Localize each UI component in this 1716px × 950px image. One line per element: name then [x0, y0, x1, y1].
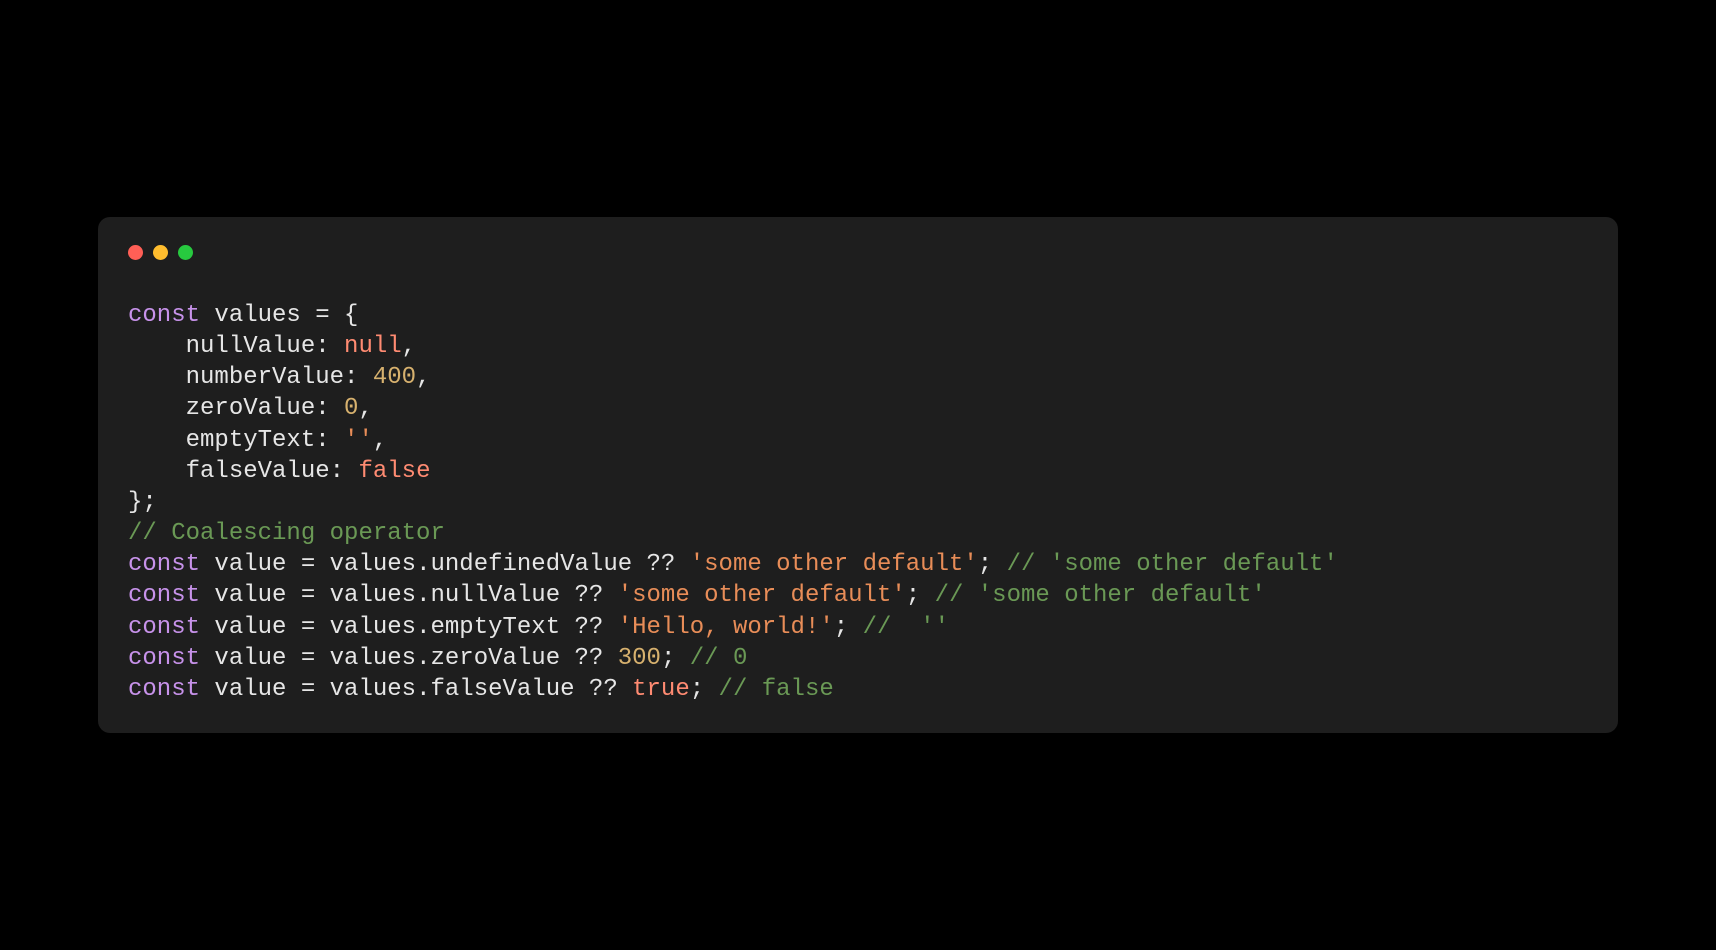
punctuation: = { — [301, 302, 359, 329]
punctuation: : — [315, 395, 344, 422]
variable-name: values — [214, 302, 300, 329]
property-name: numberValue — [186, 364, 344, 391]
property-name: zeroValue — [186, 395, 316, 422]
punctuation: , — [416, 364, 430, 391]
code-line: const values = { — [128, 300, 1588, 331]
comment: // '' — [848, 614, 949, 641]
punctuation: , — [402, 333, 416, 360]
string-value: '' — [344, 427, 373, 454]
operator: ?? — [560, 645, 618, 672]
boolean-value: true — [632, 676, 690, 703]
punctuation: = — [286, 551, 329, 578]
keyword-const: const — [128, 645, 200, 672]
property-name: nullValue — [186, 333, 316, 360]
operator: ?? — [575, 676, 633, 703]
indent — [128, 458, 186, 485]
punctuation: . — [416, 614, 430, 641]
comment: // 0 — [675, 645, 747, 672]
object-name: values — [330, 645, 416, 672]
object-name: values — [330, 582, 416, 609]
variable-name: value — [214, 582, 286, 609]
property-name: emptyText — [186, 427, 316, 454]
comment: // Coalescing operator — [128, 520, 445, 547]
object-name: values — [330, 614, 416, 641]
punctuation: ; — [690, 676, 704, 703]
property-name: falseValue — [186, 458, 330, 485]
code-line: // Coalescing operator — [128, 518, 1588, 549]
punctuation: : — [344, 364, 373, 391]
object-name: values — [330, 676, 416, 703]
variable-name: value — [214, 614, 286, 641]
code-line: falseValue: false — [128, 456, 1588, 487]
punctuation: , — [358, 395, 372, 422]
punctuation: : — [315, 427, 344, 454]
variable-name: value — [214, 676, 286, 703]
indent — [128, 427, 186, 454]
punctuation: }; — [128, 489, 157, 516]
null-value: null — [344, 333, 402, 360]
punctuation: . — [416, 645, 430, 672]
keyword-const: const — [128, 614, 200, 641]
code-line: numberValue: 400, — [128, 362, 1588, 393]
comment: // 'some other default' — [920, 582, 1266, 609]
code-line: const value = values.zeroValue ?? 300; /… — [128, 643, 1588, 674]
number-value: 300 — [618, 645, 661, 672]
punctuation: : — [315, 333, 344, 360]
punctuation: . — [416, 551, 430, 578]
property-name: nullValue — [430, 582, 560, 609]
code-line: zeroValue: 0, — [128, 393, 1588, 424]
punctuation: ; — [834, 614, 848, 641]
code-window: const values = { nullValue: null, number… — [98, 217, 1618, 733]
punctuation: = — [286, 676, 329, 703]
code-line: }; — [128, 487, 1588, 518]
punctuation: , — [373, 427, 387, 454]
operator: ?? — [632, 551, 690, 578]
operator: ?? — [560, 582, 618, 609]
code-line: const value = values.falseValue ?? true;… — [128, 674, 1588, 705]
indent — [128, 364, 186, 391]
punctuation: : — [330, 458, 359, 485]
number-value: 0 — [344, 395, 358, 422]
punctuation: ; — [906, 582, 920, 609]
comment: // false — [704, 676, 834, 703]
indent — [128, 333, 186, 360]
string-value: 'Hello, world!' — [618, 614, 834, 641]
keyword-const: const — [128, 676, 200, 703]
property-name: falseValue — [430, 676, 574, 703]
code-line: const value = values.emptyText ?? 'Hello… — [128, 612, 1588, 643]
code-line: const value = values.undefinedValue ?? '… — [128, 549, 1588, 580]
punctuation: . — [416, 582, 430, 609]
punctuation: = — [286, 645, 329, 672]
window-controls — [128, 245, 1588, 260]
variable-name: value — [214, 645, 286, 672]
number-value: 400 — [373, 364, 416, 391]
property-name: undefinedValue — [430, 551, 632, 578]
punctuation: = — [286, 582, 329, 609]
punctuation: ; — [661, 645, 675, 672]
comment: // 'some other default' — [992, 551, 1338, 578]
indent — [128, 395, 186, 422]
keyword-const: const — [128, 582, 200, 609]
code-content: const values = { nullValue: null, number… — [128, 300, 1588, 705]
punctuation: . — [416, 676, 430, 703]
code-line: const value = values.nullValue ?? 'some … — [128, 580, 1588, 611]
string-value: 'some other default' — [618, 582, 906, 609]
close-icon[interactable] — [128, 245, 143, 260]
boolean-value: false — [358, 458, 430, 485]
variable-name: value — [214, 551, 286, 578]
code-line: emptyText: '', — [128, 425, 1588, 456]
operator: ?? — [560, 614, 618, 641]
property-name: emptyText — [430, 614, 560, 641]
property-name: zeroValue — [430, 645, 560, 672]
string-value: 'some other default' — [690, 551, 978, 578]
keyword-const: const — [128, 551, 200, 578]
object-name: values — [330, 551, 416, 578]
keyword-const: const — [128, 302, 200, 329]
punctuation: = — [286, 614, 329, 641]
code-line: nullValue: null, — [128, 331, 1588, 362]
maximize-icon[interactable] — [178, 245, 193, 260]
punctuation: ; — [978, 551, 992, 578]
minimize-icon[interactable] — [153, 245, 168, 260]
